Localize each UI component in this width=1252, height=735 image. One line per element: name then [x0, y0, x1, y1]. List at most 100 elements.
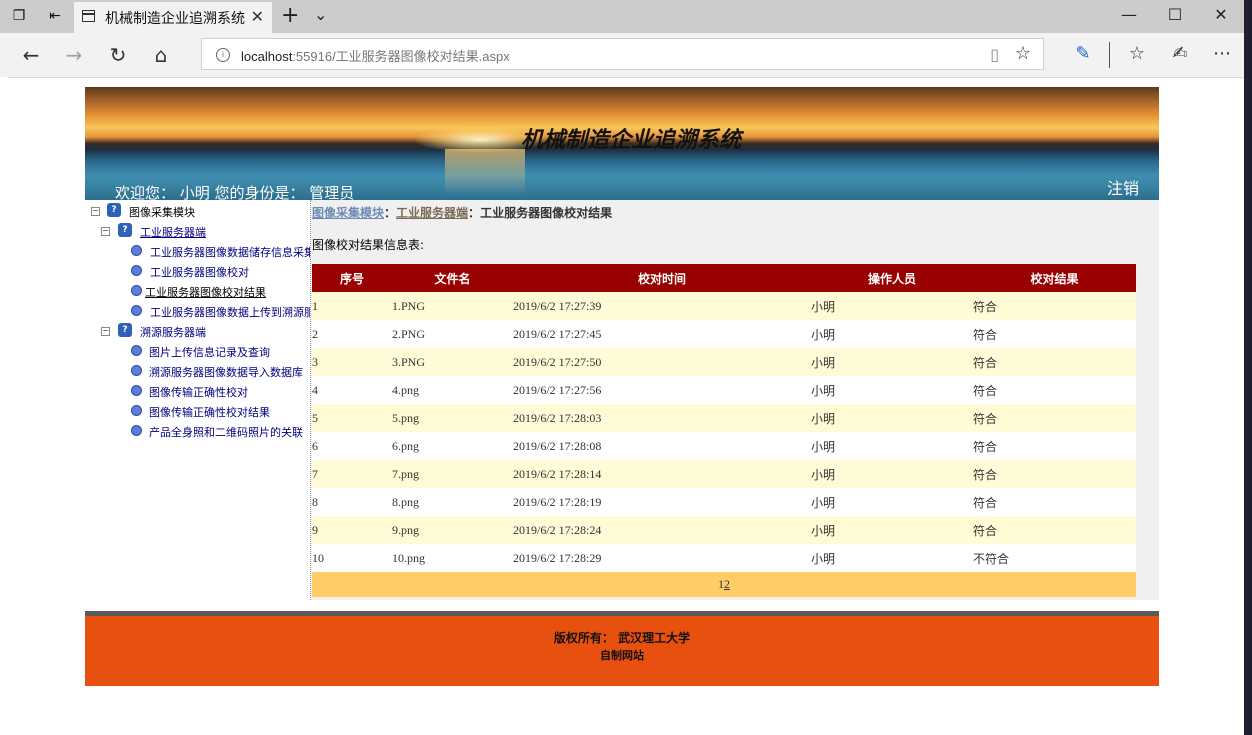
logout-link[interactable]: 注销: [1107, 175, 1139, 199]
forward-icon[interactable]: →: [62, 43, 86, 67]
cell-result: 符合: [973, 376, 1136, 404]
tree-item-transfer-result[interactable]: 图像传输正确性校对结果: [149, 404, 270, 420]
leaf-icon: [131, 385, 142, 396]
window-border: [0, 77, 8, 735]
collapse-icon[interactable]: −: [101, 227, 110, 236]
cell-check-time: 2019/6/2 17:27:56: [513, 376, 811, 404]
table-row: 6 6.png 2019/6/2 17:28:08 小明 符合: [312, 432, 1136, 460]
sidebar-tree: − ? 图像采集模块 − ? 工业服务器端 工业服务器图像数据储存信息采集 工业…: [85, 200, 311, 600]
pager: 12: [312, 572, 1136, 597]
cell-check-time: 2019/6/2 17:28:24: [513, 516, 811, 544]
cell-filename: 1.PNG: [392, 292, 513, 320]
col-header-result: 校对结果: [973, 264, 1136, 292]
cell-result: 符合: [973, 488, 1136, 516]
url-host: localhost: [241, 49, 293, 64]
extension-icon[interactable]: ✎: [1071, 43, 1095, 64]
tree-group-trace-server[interactable]: 溯源服务器端: [140, 324, 206, 340]
cell-operator: 小明: [811, 404, 973, 432]
breadcrumb-link-server[interactable]: 工业服务器端: [396, 206, 468, 220]
breadcrumb-sep: ：: [468, 206, 481, 220]
collapse-icon[interactable]: −: [91, 207, 100, 216]
tab-title: 机械制造企业追溯系统: [105, 11, 245, 27]
tab-strip: ❐ ⇤ 机械制造企业追溯系统 ✕ + ⌄ — ☐ ✕: [0, 0, 1244, 33]
tree-item-photo-qr-link[interactable]: 产品全身照和二维码照片的关联: [149, 424, 303, 440]
browser-window: ❐ ⇤ 机械制造企业追溯系统 ✕ + ⌄ — ☐ ✕ ← → ↻ ⌂ i loc…: [0, 0, 1244, 735]
col-header-filename: 文件名: [392, 264, 513, 292]
tree-item-storage-collection[interactable]: 工业服务器图像数据储存信息采集: [150, 244, 310, 260]
reading-view-icon[interactable]: ▯: [990, 45, 999, 64]
new-tab-icon[interactable]: +: [281, 3, 299, 28]
table-row: 8 8.png 2019/6/2 17:28:19 小明 符合: [312, 488, 1136, 516]
url-path: :55916/工业服务器图像校对结果.aspx: [292, 49, 510, 64]
more-icon[interactable]: ⋯: [1210, 43, 1234, 64]
maximize-icon[interactable]: ☐: [1163, 5, 1187, 24]
close-window-icon[interactable]: ✕: [1209, 5, 1233, 24]
favorites-list-icon[interactable]: ☆: [1125, 43, 1149, 64]
tree-root-image-collection[interactable]: 图像采集模块: [129, 204, 195, 220]
cell-operator: 小明: [811, 348, 973, 376]
book-icon: ?: [107, 203, 121, 217]
home-icon[interactable]: ⌂: [149, 43, 173, 67]
cell-operator: 小明: [811, 544, 973, 572]
cell-index: 1: [312, 292, 392, 320]
cell-operator: 小明: [811, 432, 973, 460]
table-row: 7 7.png 2019/6/2 17:28:14 小明 符合: [312, 460, 1136, 488]
cell-index: 5: [312, 404, 392, 432]
leaf-icon: [131, 305, 142, 316]
breadcrumb-sep: ：: [384, 206, 397, 220]
cell-filename: 4.png: [392, 376, 513, 404]
leaf-icon: [131, 245, 142, 256]
tree-item-check-result[interactable]: 工业服务器图像校对结果: [145, 284, 266, 300]
cell-filename: 2.PNG: [392, 320, 513, 348]
cell-filename: 8.png: [392, 488, 513, 516]
tree-item-upload-records[interactable]: 图片上传信息记录及查询: [149, 344, 270, 360]
favorite-star-icon[interactable]: ☆: [1015, 43, 1031, 64]
book-icon: ?: [118, 223, 132, 237]
tree-item-upload-trace[interactable]: 工业服务器图像数据上传到溯源服: [150, 304, 310, 320]
breadcrumb-link-module[interactable]: 图像采集模块: [312, 206, 384, 220]
table-caption: 图像校对结果信息表:: [312, 238, 425, 252]
table-row: 2 2.PNG 2019/6/2 17:27:45 小明 符合: [312, 320, 1136, 348]
cell-result: 不符合: [973, 544, 1136, 572]
cell-operator: 小明: [811, 292, 973, 320]
cell-check-time: 2019/6/2 17:27:50: [513, 348, 811, 376]
leaf-icon: [131, 425, 142, 436]
table-row: 1 1.PNG 2019/6/2 17:27:39 小明 符合: [312, 292, 1136, 320]
cell-operator: 小明: [811, 460, 973, 488]
chevron-down-icon[interactable]: ⌄: [314, 5, 327, 24]
page-icon: [82, 10, 95, 22]
minimize-icon[interactable]: —: [1117, 5, 1141, 24]
pager-row: 12: [312, 572, 1136, 597]
info-icon[interactable]: i: [216, 48, 230, 62]
col-header-operator: 操作人员: [811, 264, 973, 292]
cell-index: 3: [312, 348, 392, 376]
pen-icon[interactable]: ✍: [1168, 43, 1192, 64]
cell-operator: 小明: [811, 376, 973, 404]
cell-index: 9: [312, 516, 392, 544]
tree-item-transfer-check[interactable]: 图像传输正确性校对: [149, 384, 248, 400]
table-row: 4 4.png 2019/6/2 17:27:56 小明 符合: [312, 376, 1136, 404]
tab-active[interactable]: 机械制造企业追溯系统 ✕: [74, 2, 272, 33]
set-aside-tabs-icon[interactable]: ⇤: [46, 7, 64, 25]
breadcrumb-current: 工业服务器图像校对结果: [480, 206, 613, 220]
tab-actions-icon[interactable]: ❐: [10, 7, 28, 25]
tree-item-import-db[interactable]: 溯源服务器图像数据导入数据库: [149, 364, 303, 380]
table-row: 10 10.png 2019/6/2 17:28:29 小明 不符合: [312, 544, 1136, 572]
url-text[interactable]: localhost:55916/工业服务器图像校对结果.aspx: [241, 46, 510, 65]
cell-operator: 小明: [811, 320, 973, 348]
table-row: 9 9.png 2019/6/2 17:28:24 小明 符合: [312, 516, 1136, 544]
address-bar[interactable]: i localhost:55916/工业服务器图像校对结果.aspx ▯ ☆: [201, 38, 1044, 70]
refresh-icon[interactable]: ↻: [106, 43, 130, 67]
table-row: 3 3.PNG 2019/6/2 17:27:50 小明 符合: [312, 348, 1136, 376]
pager-next-page-link[interactable]: 2: [724, 577, 730, 591]
leaf-icon: [131, 365, 142, 376]
cell-index: 7: [312, 460, 392, 488]
close-tab-icon[interactable]: ✕: [251, 7, 264, 26]
collapse-icon[interactable]: −: [101, 327, 110, 336]
back-icon[interactable]: ←: [19, 43, 43, 67]
leaf-icon: [131, 265, 142, 276]
cell-index: 4: [312, 376, 392, 404]
tree-item-image-check[interactable]: 工业服务器图像校对: [150, 264, 249, 280]
tree-group-industrial-server[interactable]: 工业服务器端: [140, 224, 206, 240]
cell-check-time: 2019/6/2 17:28:03: [513, 404, 811, 432]
